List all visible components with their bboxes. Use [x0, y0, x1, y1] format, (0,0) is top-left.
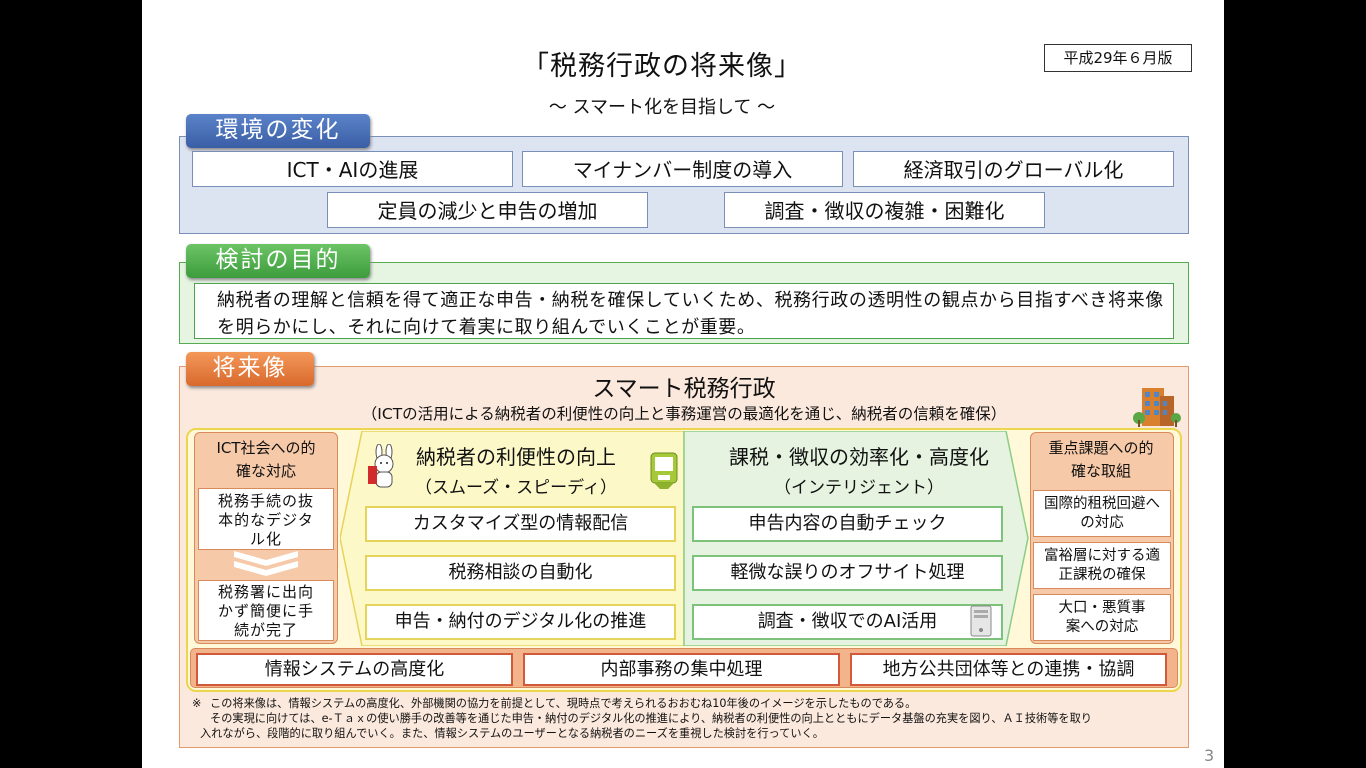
- environment-tab: 環境の変化: [186, 114, 370, 148]
- purpose-tab: 検討の目的: [186, 244, 370, 278]
- convenience-item: カスタマイズ型の情報配信: [365, 506, 676, 542]
- future-subheading: （ICTの活用による納税者の利便性の向上と事務運営の最適化を通じ、納税者の信頼を…: [361, 405, 1007, 423]
- priority-item: 大口・悪質事案への対応: [1033, 594, 1171, 641]
- priority-item: 国際的租税回避への対応: [1033, 490, 1171, 537]
- server-icon: [970, 605, 992, 637]
- digitalization-box: 税務手続の抜本的なデジタル化: [198, 488, 334, 550]
- priority-column-title: 重点課題への的確な取組: [1048, 439, 1154, 480]
- efficiency-item: 軽微な誤りのオフサイト処理: [692, 555, 1003, 591]
- efficiency-subtitle: （インテリジェント）: [774, 478, 944, 498]
- env-item: 定員の減少と申告の増加: [327, 192, 648, 228]
- footnote-mark: ※: [192, 697, 202, 710]
- date-badge: 平成29年６月版: [1044, 44, 1192, 72]
- ict-column-title: ICT社会への的確な対応: [216, 439, 316, 480]
- future-heading: スマート税務行政: [592, 376, 776, 402]
- footnote-line: この将来像は、情報システムの高度化、外部機関の協力を前提として、現時点で考えられ…: [210, 697, 917, 710]
- office-building-icon: [1133, 388, 1181, 427]
- convenience-item: 税務相談の自動化: [365, 555, 676, 591]
- env-item: マイナンバー制度の導入: [522, 151, 843, 187]
- efficiency-title: 課税・徴収の効率化・高度化: [729, 445, 989, 469]
- page-number: 3: [1204, 746, 1215, 765]
- priority-item: 富裕層に対する適正課税の確保: [1033, 542, 1171, 589]
- env-item: 調査・徴収の複雑・困難化: [724, 192, 1045, 228]
- chevron-down-icon: [234, 551, 298, 576]
- efficiency-item: 申告内容の自動チェック: [692, 506, 1003, 542]
- convenience-title: 納税者の利便性の向上: [416, 445, 616, 469]
- footnote-line: その実現に向けては、e-Ｔａｘの使い勝手の改善等を通じた申告・納付のデジタル化の…: [210, 712, 1092, 725]
- footnote-line: 入れながら、段階的に取り組んでいく。また、情報システムのユーザーとなる納税者のニ…: [200, 727, 824, 740]
- smartphone-icon: [650, 452, 678, 489]
- no-visit-box: 税務署に出向かず簡便に手続が完了: [198, 580, 334, 641]
- convenience-item: 申告・納付のデジタル化の推進: [365, 604, 676, 640]
- efficiency-item: 調査・徴収でのAI活用: [692, 604, 1003, 640]
- page-title: 「税務行政の将来像」: [522, 51, 802, 82]
- slide: 「税務行政の将来像」 ～ スマート化を目指して ～ 平成29年６月版 環境の変化…: [142, 0, 1224, 768]
- env-item: ICT・AIの進展: [192, 151, 513, 187]
- infrastructure-item: 内部事務の集中処理: [523, 653, 840, 686]
- convenience-subtitle: （スムーズ・スピーディ）: [415, 478, 617, 498]
- infrastructure-item: 地方公共団体等との連携・協調: [850, 653, 1167, 686]
- purpose-text: 納税者の理解と信頼を得て適正な申告・納税を確保していくため、税務行政の透明性の観…: [194, 283, 1174, 339]
- infrastructure-item: 情報システムの高度化: [196, 653, 513, 686]
- env-item: 経済取引のグローバル化: [853, 151, 1174, 187]
